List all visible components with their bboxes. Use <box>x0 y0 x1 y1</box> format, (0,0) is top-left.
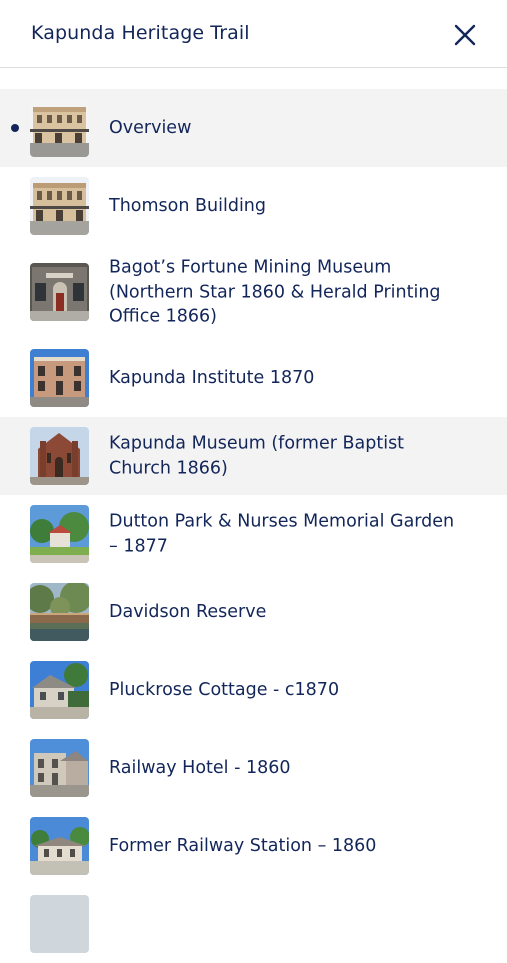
item-label: Davidson Reserve <box>109 601 267 622</box>
list-item-kapunda-institute[interactable]: Kapunda Institute 1870 <box>0 339 507 417</box>
page-title: Kapunda Heritage Trail <box>31 22 250 44</box>
item-label: Overview <box>109 117 192 138</box>
item-label: Thomson Building <box>109 195 267 216</box>
thumbnail-image <box>30 263 89 321</box>
item-label: Dutton Park & Nurses Memorial Garden – 1… <box>109 511 455 557</box>
item-label: Former Railway Station – 1860 <box>109 835 377 856</box>
item-label: Railway Hotel - 1860 <box>109 757 291 778</box>
thumbnail-image <box>30 349 89 407</box>
item-label: Bagot’s Fortune Mining Museum (Northern … <box>109 257 441 327</box>
list-item-railway-hotel[interactable]: Railway Hotel - 1860 <box>0 729 507 807</box>
close-button[interactable] <box>448 18 482 52</box>
list-item-dutton-park[interactable]: Dutton Park & Nurses Memorial Garden – 1… <box>0 495 507 573</box>
list-item-davidson-reserve[interactable]: Davidson Reserve <box>0 573 507 651</box>
thumbnail-image <box>30 99 89 157</box>
list-item-former-railway-station[interactable]: Former Railway Station – 1860 <box>0 807 507 885</box>
item-label: Kapunda Museum (former Baptist Church 18… <box>109 433 405 479</box>
close-icon <box>454 24 476 46</box>
trail-stop-list: Overview Thomson Building Bagot’s Fortun… <box>0 89 507 963</box>
item-label: Kapunda Institute 1870 <box>109 367 315 388</box>
thumbnail-image <box>30 505 89 563</box>
item-label: Pluckrose Cottage - c1870 <box>109 679 340 700</box>
list-item-overview[interactable]: Overview <box>0 89 507 167</box>
thumbnail-image <box>30 177 89 235</box>
thumbnail-image <box>30 817 89 875</box>
list-item-bagots-fortune[interactable]: Bagot’s Fortune Mining Museum (Northern … <box>0 245 507 339</box>
thumbnail-image <box>30 895 89 953</box>
active-indicator-dot <box>11 124 19 132</box>
list-item-pluckrose-cottage[interactable]: Pluckrose Cottage - c1870 <box>0 651 507 729</box>
thumbnail-image <box>30 661 89 719</box>
list-item-partial[interactable] <box>0 885 507 963</box>
header-bar: Kapunda Heritage Trail <box>0 0 507 68</box>
thumbnail-image <box>30 583 89 641</box>
thumbnail-image <box>30 427 89 485</box>
thumbnail-image <box>30 739 89 797</box>
list-item-kapunda-museum[interactable]: Kapunda Museum (former Baptist Church 18… <box>0 417 507 495</box>
list-item-thomson-building[interactable]: Thomson Building <box>0 167 507 245</box>
